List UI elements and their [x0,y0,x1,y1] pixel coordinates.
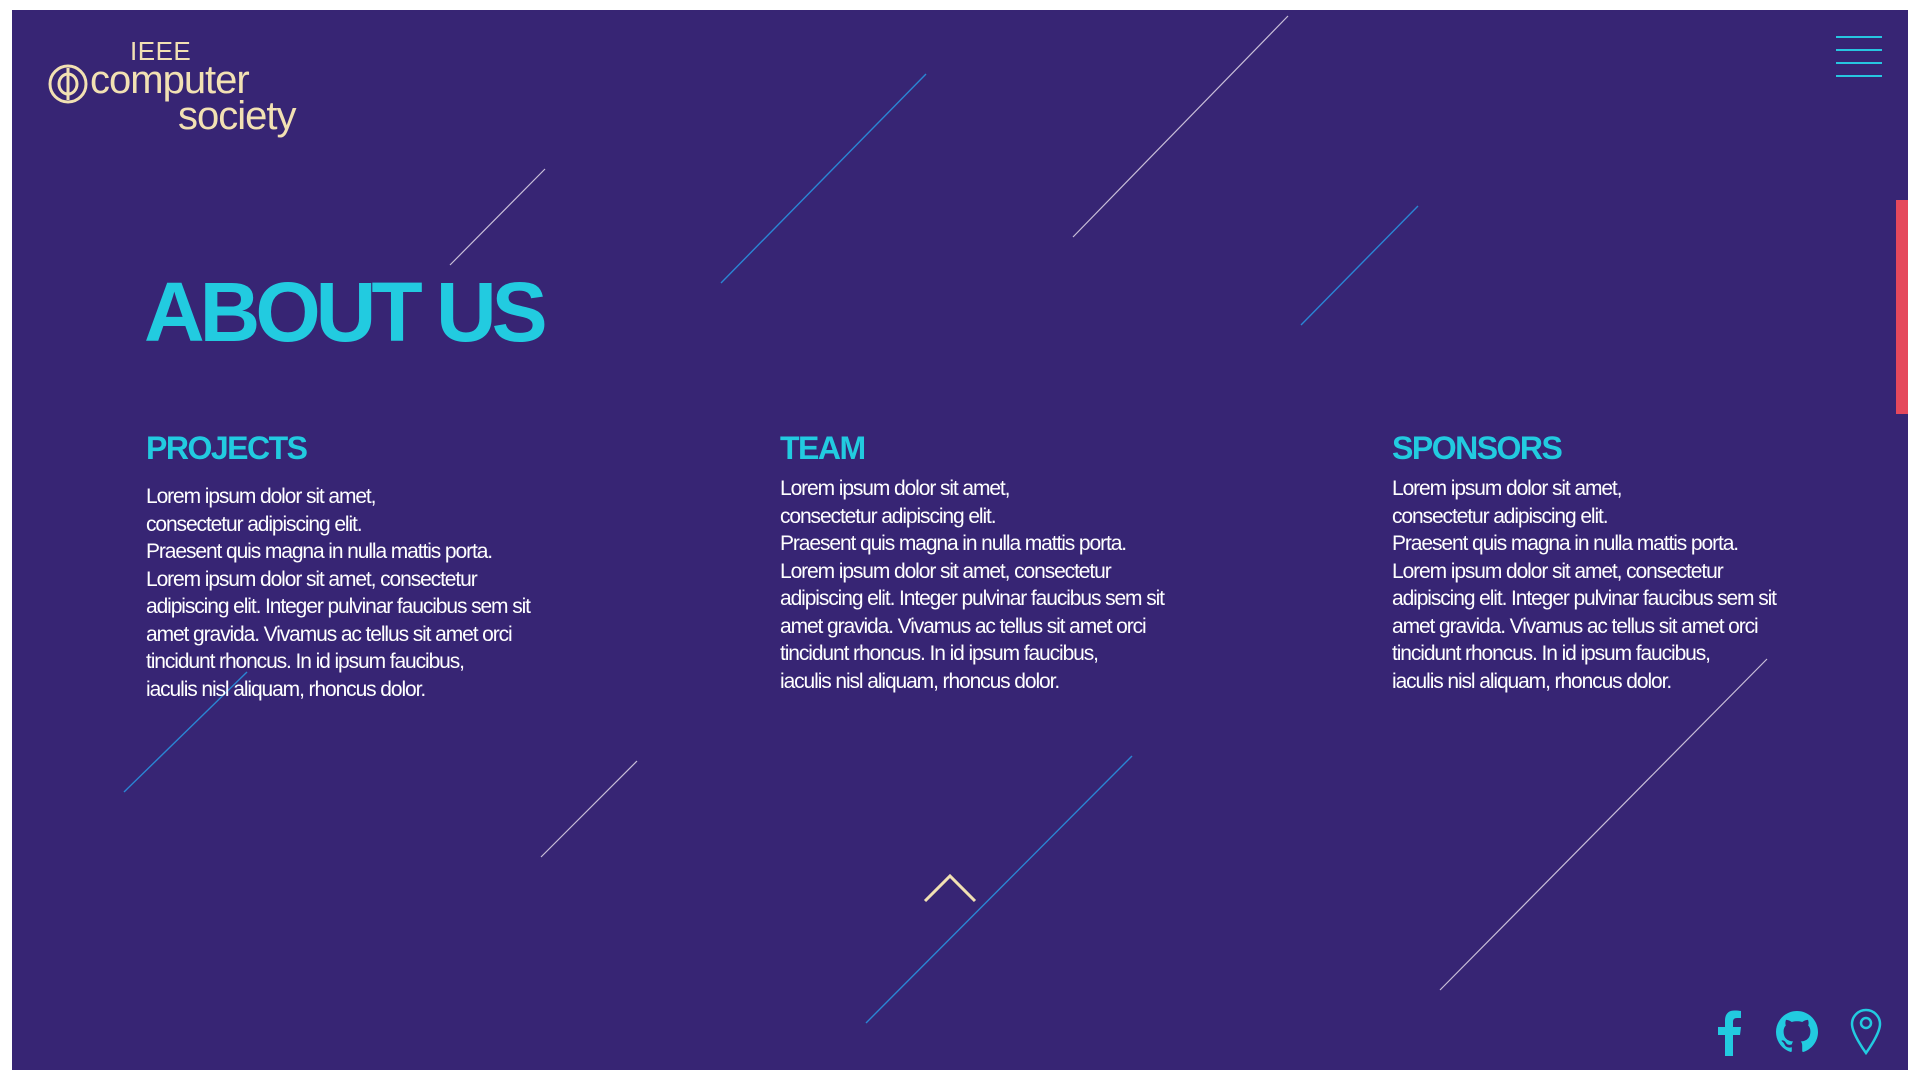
menu-bar [1836,49,1882,51]
body-line: iaculis nisl aliquam, rhoncus dolor. [146,677,426,701]
menu-bar [1836,36,1882,38]
section-body: Lorem ipsum dolor sit amet, consectetur … [780,475,1250,695]
body-line: Lorem ipsum dolor sit amet, consectetur [146,567,478,591]
logo-text-society: society [178,94,296,138]
body-line: Praesent quis magna in nulla mattis port… [780,532,1127,555]
location-pin-icon[interactable] [1848,1008,1884,1056]
body-line: tincidunt rhoncus. In id ipsum faucibus, [146,650,465,673]
body-line: Lorem ipsum dolor sit amet, [780,477,1011,500]
body-line: amet gravida. Vivamus ac tellus sit amet… [780,614,1147,638]
section-team: TEAM Lorem ipsum dolor sit amet, consect… [780,430,1250,695]
body-line: consectetur adipiscing elit. [1392,504,1609,528]
body-line: iaculis nisl aliquam, rhoncus dolor. [780,669,1060,693]
facebook-icon[interactable] [1714,1008,1744,1056]
decor-line [1300,205,1419,326]
section-sponsors: SPONSORS Lorem ipsum dolor sit amet, con… [1392,430,1862,695]
body-line: Lorem ipsum dolor sit amet, [146,485,377,508]
about-page: IEEE computer society ABOUT US PROJECTS … [12,10,1908,1070]
side-accent-tab[interactable] [1896,200,1908,414]
chevron-up-icon[interactable] [922,870,978,906]
ieee-emblem-icon [48,64,88,104]
section-heading: SPONSORS [1392,430,1563,466]
section-projects: PROJECTS Lorem ipsum dolor sit amet, con… [146,430,616,703]
ieee-computer-society-logo[interactable]: IEEE computer society [48,36,308,138]
body-line: iaculis nisl aliquam, rhoncus dolor. [1392,669,1672,693]
menu-bar [1836,62,1882,64]
section-heading: TEAM [780,430,866,466]
section-body: Lorem ipsum dolor sit amet, consectetur … [146,483,616,703]
body-line: Lorem ipsum dolor sit amet, [1392,477,1623,500]
decor-line [1072,15,1289,238]
body-line: Lorem ipsum dolor sit amet, consectetur [780,559,1112,583]
body-line: tincidunt rhoncus. In id ipsum faucibus, [1392,642,1711,665]
decor-line [720,73,927,284]
section-body: Lorem ipsum dolor sit amet, consectetur … [1392,475,1862,695]
body-line: Praesent quis magna in nulla mattis port… [146,540,493,563]
body-line: Praesent quis magna in nulla mattis port… [1392,532,1739,555]
body-line: amet gravida. Vivamus ac tellus sit amet… [1392,614,1759,638]
decor-line [540,760,638,858]
hamburger-menu-icon[interactable] [1836,36,1882,78]
body-line: Lorem ipsum dolor sit amet, consectetur [1392,559,1724,583]
body-line: amet gravida. Vivamus ac tellus sit amet… [146,622,513,646]
section-heading: PROJECTS [146,430,308,466]
decor-line [1439,658,1768,991]
decor-line [865,755,1133,1024]
body-line: adipiscing elit. Integer pulvinar faucib… [146,595,531,618]
decor-line [449,168,546,266]
body-line: tincidunt rhoncus. In id ipsum faucibus, [780,642,1099,665]
body-line: adipiscing elit. Integer pulvinar faucib… [780,587,1165,610]
body-line: consectetur adipiscing elit. [146,512,363,536]
body-line: adipiscing elit. Integer pulvinar faucib… [1392,587,1777,610]
github-icon[interactable] [1774,1008,1820,1056]
menu-bar [1836,75,1882,77]
body-line: consectetur adipiscing elit. [780,504,997,528]
page-title: ABOUT US [144,265,548,359]
